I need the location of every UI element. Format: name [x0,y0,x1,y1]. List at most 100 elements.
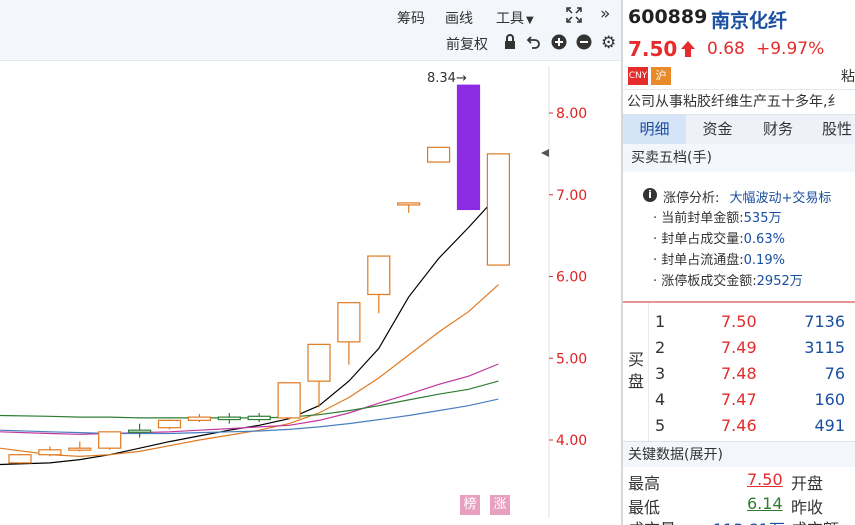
candle-body [337,302,361,343]
seal-amount-label: · 当前封单金额: [653,211,744,226]
chips-button[interactable]: 筹码 [397,8,425,28]
y-tick-label: 4.00 [556,433,587,449]
seal-float-ratio-value: 0.19% [743,253,785,268]
tab-detail[interactable]: 明细 [623,115,686,144]
tab-stock-character[interactable]: 股性 [807,115,855,144]
ma-line [0,363,499,435]
bid-volume: 76 [824,364,845,383]
bid-level: 4 [655,390,666,409]
key-data-title[interactable]: 关键数据(展开) [623,441,855,467]
seal-vol-ratio-value: 0.63% [743,232,785,247]
candle-body [277,382,301,419]
chart-toolbar: 筹码 画线 工具 ▼ » 前复权 ⚙ [0,0,621,61]
rank-tag[interactable]: 榜 [460,495,480,515]
candle[interactable] [68,441,92,452]
tools-menu[interactable]: 工具 ▼ [496,8,534,28]
candle-body [187,416,211,421]
candle-body [397,202,421,206]
shanghai-badge: 沪 [651,67,671,85]
undo-icon[interactable] [526,34,542,54]
tools-label: 工具 [496,11,524,27]
bid-row[interactable]: 1 7.50 7136 [623,309,855,335]
ma-line [0,380,499,419]
tab-finance[interactable]: 财务 [749,115,807,144]
bid-volume: 491 [814,416,845,435]
candle-body [128,429,152,433]
candle[interactable] [128,423,152,438]
price-change: 0.68 [707,39,745,59]
candle[interactable] [456,84,481,211]
draw-line-button[interactable]: 画线 [445,8,473,28]
candle-body [98,431,122,449]
bid-row[interactable]: 3 7.48 76 [623,361,855,387]
y-tick-label: 5.00 [556,351,587,367]
zoom-out-icon[interactable] [576,34,592,54]
candle[interactable] [8,453,32,464]
quote-panel: 600889 南京化纤 7.50 0.68 +9.97% CNY 沪 粘 公司从… [623,0,855,525]
candle[interactable] [367,255,391,314]
caret-down-icon: ▼ [526,15,534,26]
limit-analysis-value[interactable]: 大幅波动+交易标 [730,191,832,206]
candle[interactable] [337,302,361,365]
candle-body [38,449,62,456]
settings-gear-icon[interactable]: ⚙ [601,33,616,53]
key-label2: 成交额 [791,516,839,525]
key-value: 113.81万 [713,516,785,525]
arrow-up-icon [681,41,695,57]
more-tag: 粘 [841,69,855,85]
candle[interactable] [157,419,182,430]
candle-body [367,255,391,296]
candle[interactable] [98,431,122,450]
candle[interactable] [217,413,241,424]
cny-badge: CNY [628,67,648,85]
candle[interactable] [38,446,62,457]
bid-level: 2 [655,338,666,357]
bid-row[interactable]: 4 7.47 160 [623,387,855,413]
bid-volume: 3115 [804,338,845,357]
stock-code: 600889 [628,6,708,28]
limit-analysis-row: 涨停分析: 大幅波动+交易标 [663,187,831,206]
bid-level: 5 [655,416,666,435]
y-tick-label: 8.00 [556,106,587,122]
limit-up-tag[interactable]: 涨 [490,495,510,515]
seal-float-ratio-label: · 封单占流通盘: [653,253,744,268]
candle[interactable] [307,343,331,408]
bid-volume: 7136 [804,312,845,331]
tab-funds[interactable]: 资金 [686,115,749,144]
candle[interactable] [247,413,271,423]
bid-row[interactable]: 5 7.46 491 [623,413,855,439]
ma-line [0,194,499,466]
candle[interactable] [486,153,510,266]
bid-price: 7.47 [721,390,757,409]
bid-level: 1 [655,312,666,331]
key-value: 6.14 [747,494,783,513]
limit-turnover-label: · 涨停板成交金额: [653,274,757,289]
limit-analysis-label: 涨停分析: [663,191,720,206]
candle-body [427,146,451,163]
candlestick-chart[interactable]: 8.00 7.00 6.00 5.00 4.00 8.34→ [0,61,621,524]
current-price: 7.50 [628,37,678,61]
seal-vol-ratio-label: · 封单占成交量: [653,232,744,247]
restore-rights-button[interactable]: 前复权 [446,34,488,54]
zoom-in-icon[interactable] [551,34,567,54]
candle[interactable] [427,146,451,163]
fullscreen-icon[interactable] [565,6,583,28]
candle-body [247,415,271,421]
high-price-annotation: 8.34→ [427,71,467,86]
stock-name[interactable]: 南京化纤 [711,6,787,33]
detail-tabs: 明细 资金 财务 股性 [623,114,855,145]
bid-row[interactable]: 2 7.49 3115 [623,335,855,361]
price-change-percent: +9.97% [756,39,825,59]
key-label: 成交量 [628,516,676,525]
bid-price: 7.46 [721,416,757,435]
seal-float-ratio-row: · 封单占流通盘:0.19% [653,249,785,268]
y-tick-label: 6.00 [556,270,587,286]
candle[interactable] [277,382,301,420]
candle-body [157,419,182,429]
seal-vol-ratio-row: · 封单占成交量:0.63% [653,228,785,247]
candle[interactable] [397,202,421,213]
lock-icon[interactable] [503,34,517,54]
collapse-right-icon[interactable]: » [600,4,610,24]
seal-amount-value: 535万 [743,211,782,226]
candle[interactable] [187,413,211,423]
